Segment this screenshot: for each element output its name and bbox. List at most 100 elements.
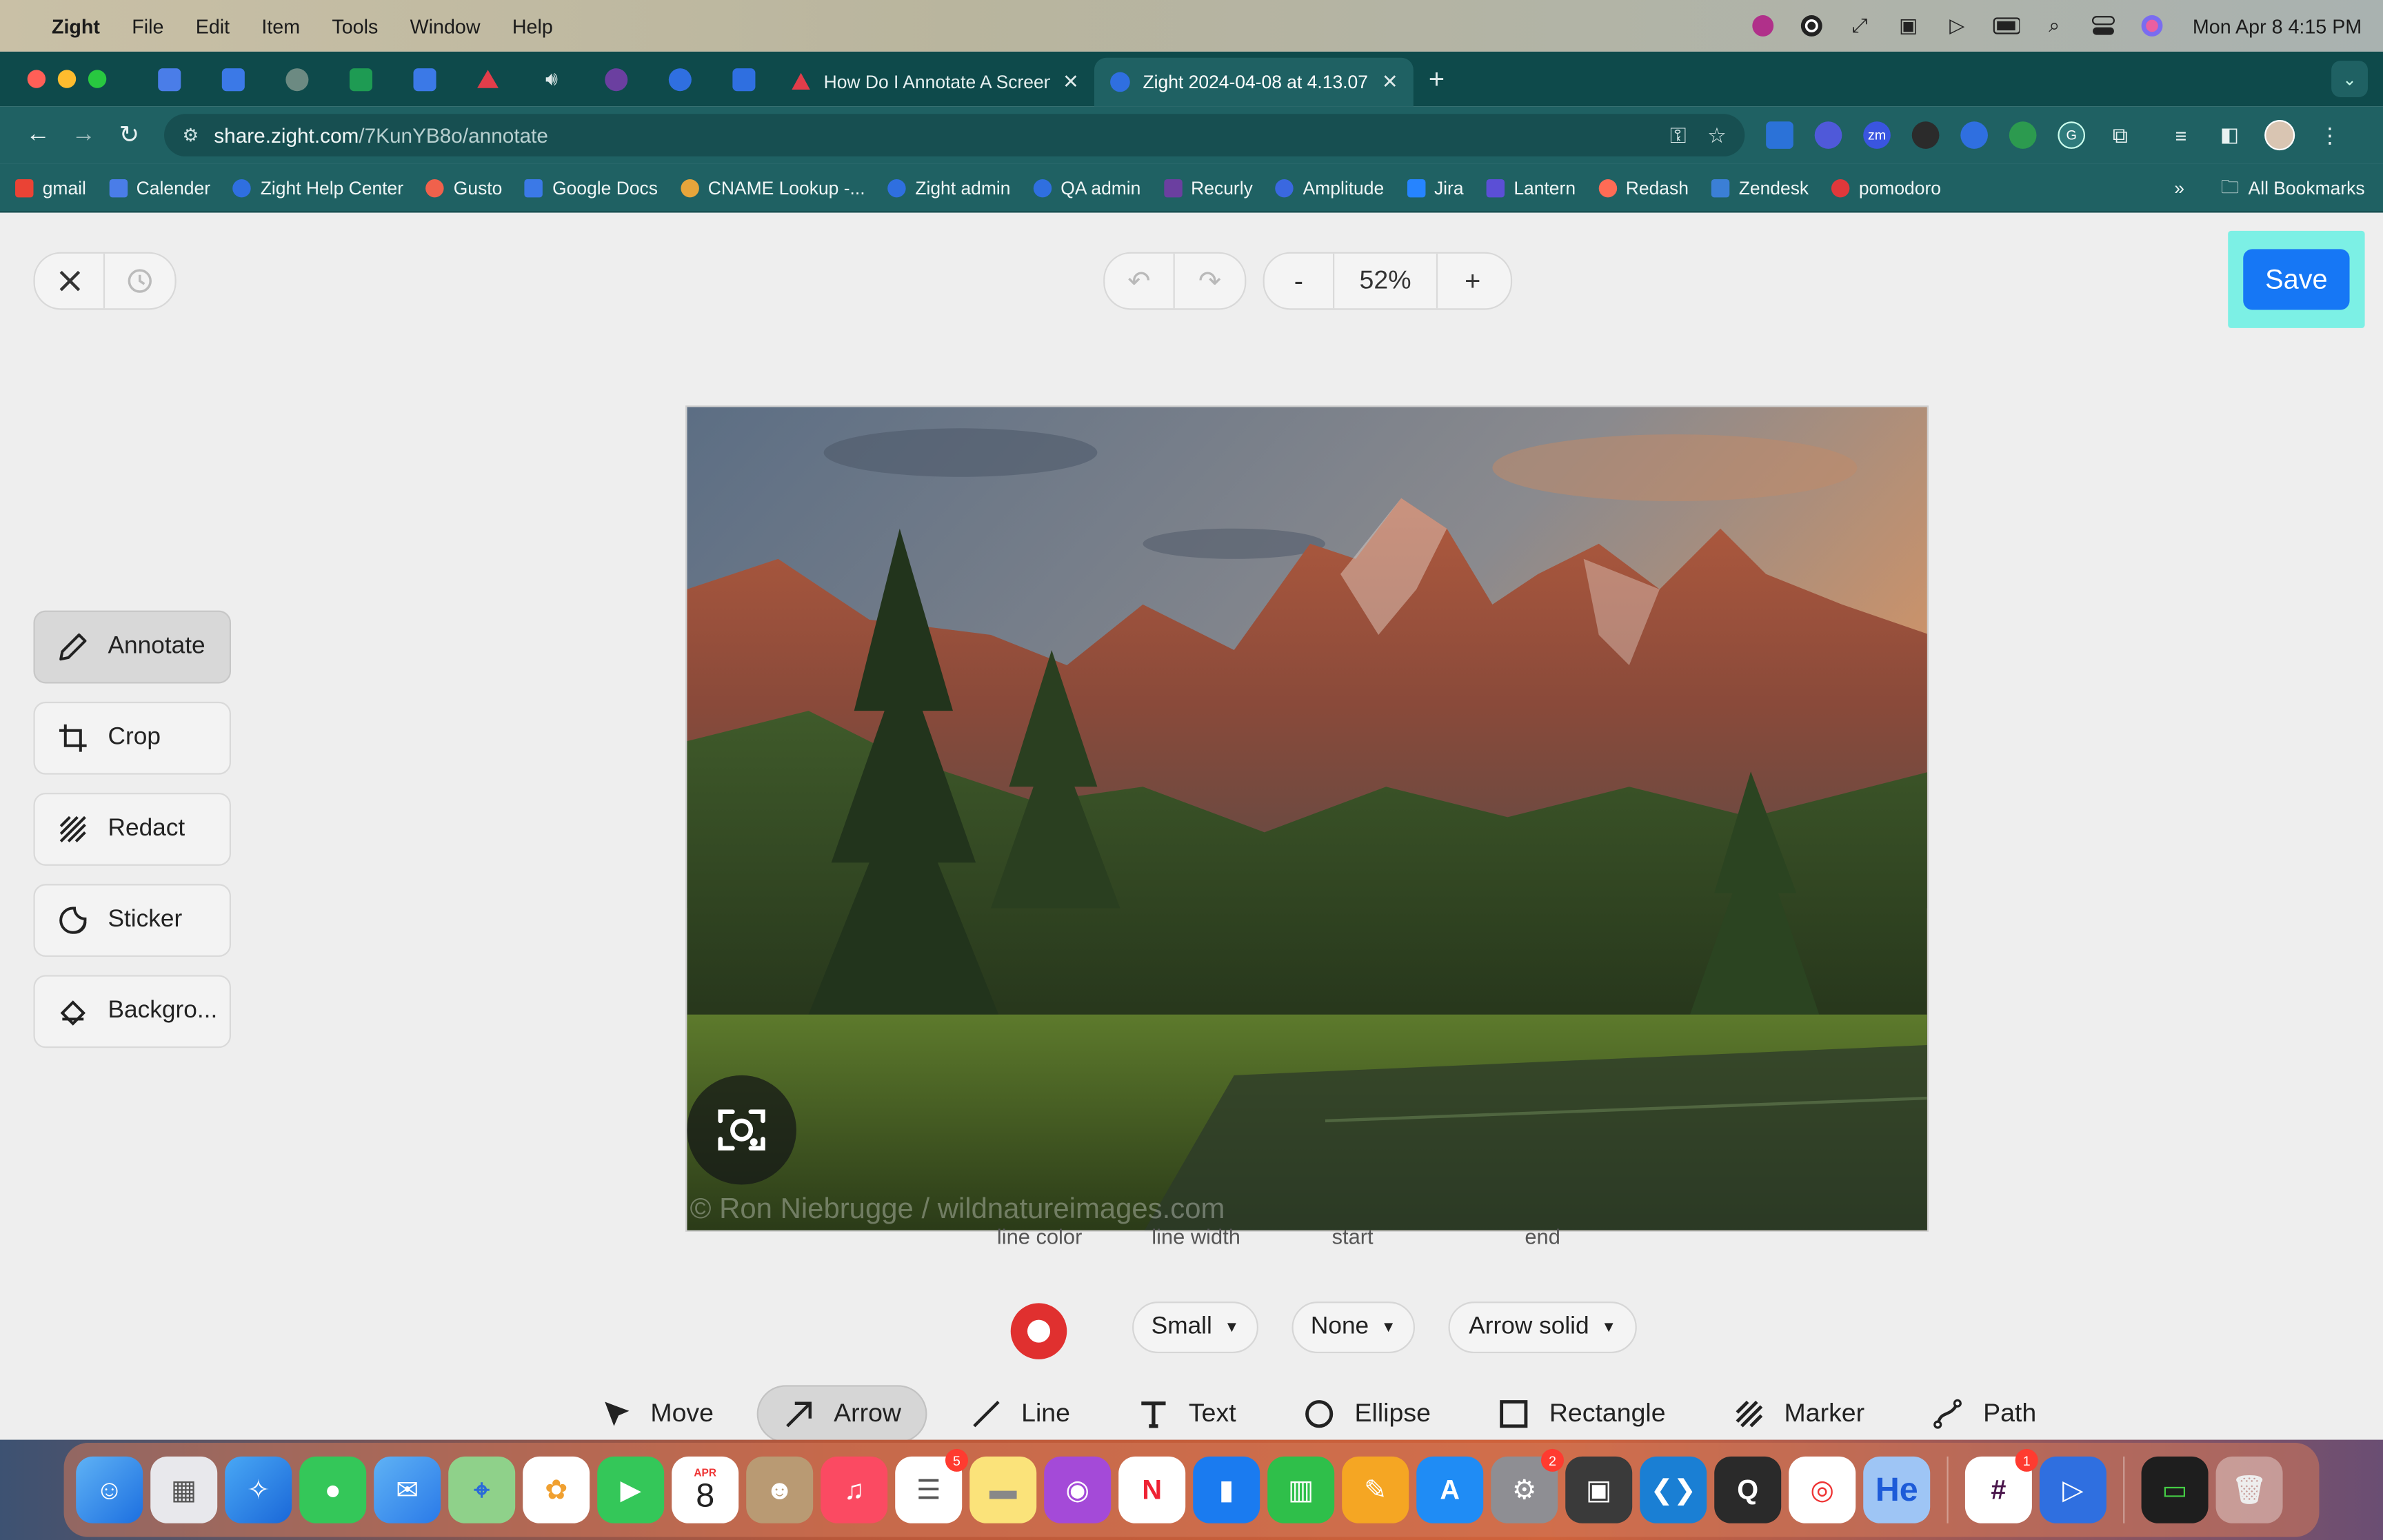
spotlight-search-icon[interactable]: ⌕ [2040, 14, 2068, 38]
menu-item[interactable]: Item [261, 14, 300, 37]
pinned-tab-zight-2[interactable] [712, 52, 776, 106]
zoom-in-button[interactable]: + [1438, 254, 1507, 308]
bookmark-gmail[interactable]: gmail [15, 177, 86, 199]
trash-icon[interactable]: 🗑︎ [2215, 1456, 2283, 1523]
messages-icon[interactable]: ● [299, 1456, 367, 1523]
new-tab-button[interactable]: + [1429, 63, 1445, 94]
end-select[interactable]: Arrow solid ▼ [1448, 1301, 1637, 1354]
kebab-menu-icon[interactable]: ⋮ [2316, 121, 2344, 149]
pinned-tab-recurly[interactable] [583, 52, 647, 106]
history-button[interactable] [105, 254, 174, 308]
shield-extension-icon[interactable] [1814, 121, 1842, 149]
back-arrow-icon[interactable]: ← [15, 112, 61, 158]
podcasts-icon[interactable]: ◉ [1044, 1456, 1112, 1523]
pages-icon[interactable]: ✎ [1342, 1456, 1409, 1523]
menu-window[interactable]: Window [410, 14, 481, 37]
undo-button[interactable]: ↶ [1105, 253, 1175, 309]
photos-icon[interactable]: ✿ [523, 1456, 590, 1523]
bookmark-calender[interactable]: Calender [109, 177, 210, 199]
all-bookmarks-folder[interactable]: 🗀︎ All Bookmarks [2221, 172, 2365, 204]
play-status-icon[interactable]: ▷ [1943, 14, 1971, 38]
bookmark-zendesk[interactable]: Zendesk [1711, 177, 1809, 199]
start-select[interactable]: None ▼ [1291, 1301, 1416, 1354]
location-extension-icon[interactable] [1766, 121, 1793, 149]
keynote-icon[interactable]: ▮ [1193, 1456, 1260, 1523]
photo-booth-icon[interactable]: ▣ [1565, 1456, 1633, 1523]
side-tool-background[interactable]: Backgro... [33, 975, 232, 1048]
bookmark-jira[interactable]: Jira [1407, 177, 1464, 199]
grammarly-status-icon[interactable] [1798, 14, 1825, 38]
pinned-tab-audio[interactable]: 🔊︎ [520, 52, 584, 106]
music-icon[interactable]: ♫ [821, 1456, 888, 1523]
side-tool-redact[interactable]: Redact [33, 793, 232, 866]
forward-arrow-icon[interactable]: → [61, 112, 106, 158]
bookmark-amplitude[interactable]: Amplitude [1275, 177, 1384, 199]
bookmark-lantern[interactable]: Lantern [1486, 177, 1576, 199]
scan-extension-icon[interactable] [1911, 121, 1940, 149]
siri-icon[interactable] [2138, 14, 2166, 38]
save-button[interactable]: Save [2243, 249, 2350, 310]
address-bar[interactable]: ⚙︎ share.zight.com/7KunYB8o/annotate ⚿ ☆ [164, 114, 1745, 156]
control-center-icon[interactable] [2089, 14, 2117, 38]
tab-search-chevron-icon[interactable]: ⌄ [2331, 61, 2368, 98]
pinned-tab-warning[interactable] [456, 52, 520, 106]
news-icon[interactable]: N [1118, 1456, 1186, 1523]
pinned-tab-calendar[interactable] [137, 52, 201, 106]
more-bookmarks-chevron-icon[interactable]: » [2174, 178, 2184, 199]
grammarly-extension-icon[interactable]: G [2058, 121, 2086, 149]
close-window-icon[interactable] [27, 70, 46, 88]
tool-rectangle[interactable]: Rectangle [1474, 1385, 1690, 1443]
calendar-app-icon[interactable]: APR 8 [672, 1456, 739, 1523]
pinned-tab-sheets[interactable] [328, 52, 392, 106]
line-color-picker[interactable] [1014, 1306, 1064, 1357]
extensions-puzzle-icon[interactable]: ⧉ [2107, 121, 2134, 149]
menu-file[interactable]: File [132, 14, 163, 37]
slack-icon[interactable]: #1 [1964, 1448, 2038, 1523]
tab-annotate-help[interactable]: How Do I Annotate A Screens ✕ [775, 58, 1094, 107]
tool-text[interactable]: Text [1113, 1385, 1260, 1443]
bookmark-cname[interactable]: CNAME Lookup -... [681, 177, 865, 199]
contacts-icon[interactable]: ☻ [746, 1456, 814, 1523]
bookmark-star-icon[interactable]: ☆ [1707, 122, 1727, 148]
tab-zight-annotate[interactable]: Zight 2024-04-08 at 4.13.07 ✕ [1094, 57, 1414, 107]
mail-icon[interactable]: ✉ [374, 1456, 441, 1523]
numbers-icon[interactable]: ▥ [1267, 1456, 1335, 1523]
side-tool-sticker[interactable]: Sticker [33, 884, 232, 958]
battery-icon[interactable] [1992, 14, 2020, 38]
pinned-tab-docs[interactable] [201, 52, 265, 106]
bookmark-zight-admin[interactable]: Zight admin [887, 177, 1011, 199]
menu-edit[interactable]: Edit [196, 14, 230, 37]
hey-app-icon[interactable]: He [1863, 1456, 1931, 1523]
password-key-icon[interactable]: ⚿ [1670, 122, 1686, 148]
facetime-icon[interactable]: ▶ [597, 1456, 665, 1523]
system-settings-icon[interactable]: ⚙ 2 [1491, 1448, 1565, 1523]
menubar-clock[interactable]: Mon Apr 8 4:15 PM [2193, 14, 2362, 37]
zight-extension-icon[interactable] [1960, 121, 1988, 149]
side-tool-crop[interactable]: Crop [33, 701, 232, 775]
reading-list-icon[interactable]: ≡ [2167, 121, 2195, 149]
bookmark-qa-admin[interactable]: QA admin [1033, 177, 1140, 199]
app-store-icon[interactable]: A [1416, 1456, 1484, 1523]
reminders-icon[interactable]: ☰ 5 [895, 1448, 969, 1523]
bookmark-redash[interactable]: Redash [1598, 177, 1689, 199]
quicktime-icon[interactable]: Q [1714, 1456, 1782, 1523]
pinned-tab-docs-2[interactable] [392, 52, 456, 106]
bookmark-google-docs[interactable]: Google Docs [525, 177, 658, 199]
launchpad-icon[interactable]: ▦ [150, 1456, 218, 1523]
close-tab-icon[interactable]: ✕ [1063, 70, 1079, 94]
menu-help[interactable]: Help [512, 14, 553, 37]
tool-marker[interactable]: Marker [1708, 1385, 1889, 1443]
expand-icon[interactable]: ⤢ [1846, 14, 1873, 38]
vscode-icon[interactable]: ❮❯ [1640, 1456, 1707, 1523]
pinned-tab-zight[interactable] [647, 52, 712, 106]
pinned-tab-chatgpt[interactable] [265, 52, 329, 106]
bookmark-recurly[interactable]: Recurly [1163, 177, 1253, 199]
redo-button[interactable]: ↷ [1175, 254, 1245, 308]
tool-line[interactable]: Line [945, 1385, 1094, 1443]
reload-icon[interactable]: ↻ [106, 112, 152, 158]
bookmark-zight-help[interactable]: Zight Help Center [233, 177, 403, 199]
maps-icon[interactable]: ⌖ [448, 1456, 516, 1523]
safari-icon[interactable]: ✧ [225, 1456, 292, 1523]
zight-status-icon[interactable] [1749, 14, 1776, 38]
zoom-out-button[interactable]: - [1265, 253, 1335, 309]
